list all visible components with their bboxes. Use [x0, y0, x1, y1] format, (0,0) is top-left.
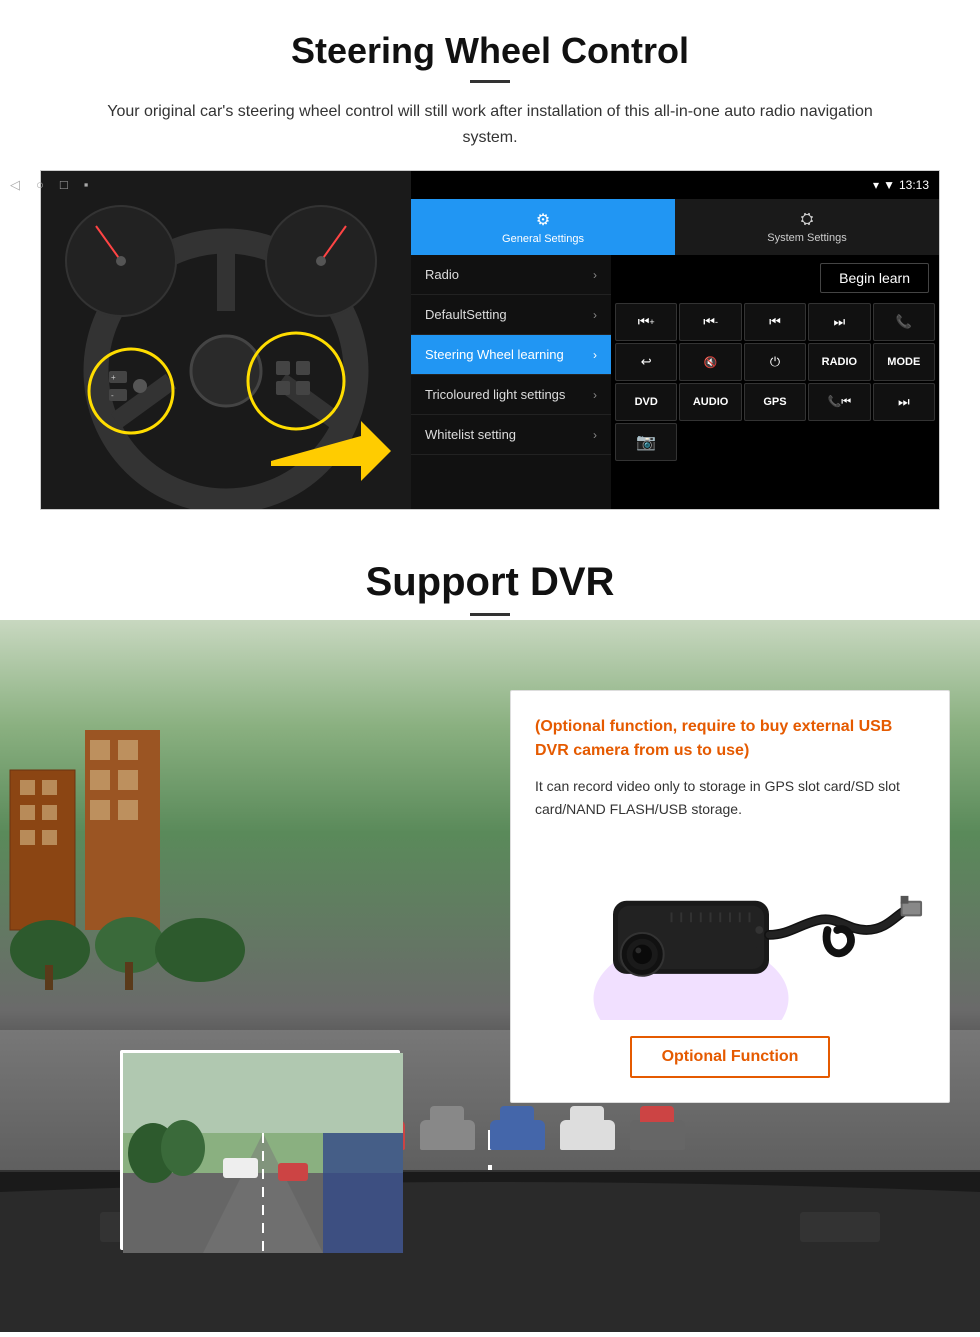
menu-item-default-setting[interactable]: DefaultSetting › [411, 295, 611, 335]
status-icons: ▾ ▼ 13:13 [873, 178, 929, 192]
svg-text:-: - [111, 391, 114, 400]
menu-defaultsetting-label: DefaultSetting [425, 307, 507, 322]
ctrl-skip-next[interactable]: ⏭ [873, 383, 935, 421]
android-menu: Radio › DefaultSetting › Steering Wheel … [411, 255, 611, 509]
signal-icon: ▼ [883, 178, 895, 192]
car-gray [420, 1120, 475, 1150]
tab-system-settings[interactable]: ⛭ System Settings [675, 199, 939, 255]
menu-item-tricoloured[interactable]: Tricoloured light settings › [411, 375, 611, 415]
ctrl-dvd[interactable]: DVD [615, 383, 677, 421]
control-buttons-grid: ⏮+ ⏮- ⏮ ⏭ 📞 ↩ 🔇 ⏻ RADIO MODE DVD AUDIO [611, 301, 939, 463]
begin-learn-row: Begin learn [611, 255, 939, 301]
dvr-info-card: (Optional function, require to buy exter… [510, 690, 950, 1103]
section-subtitle: Your original car's steering wheel contr… [80, 99, 900, 150]
page-title: Steering Wheel Control [40, 30, 940, 72]
dvr-camera-screenshot [123, 1053, 403, 1253]
begin-learn-button[interactable]: Begin learn [820, 263, 929, 293]
dvr-camera-view [120, 1050, 400, 1250]
dvr-camera-svg [535, 840, 925, 1020]
wifi-icon: ▾ [873, 178, 879, 192]
chevron-right-icon: › [593, 268, 597, 282]
ctrl-vol-down[interactable]: ⏮- [679, 303, 741, 341]
steering-img-bg: + - [41, 171, 411, 509]
buildings-svg [0, 710, 380, 1010]
ctrl-power[interactable]: ⏻ [744, 343, 806, 381]
car-white [560, 1120, 615, 1150]
tab-general-settings[interactable]: ⚙ General Settings [411, 199, 675, 255]
optional-function-button[interactable]: Optional Function [630, 1036, 831, 1078]
clock: 13:13 [899, 178, 929, 192]
system-settings-icon: ⛭ [801, 211, 814, 229]
android-tabs: ⚙ General Settings ⛭ System Settings [411, 199, 939, 255]
recents-nav-icon[interactable]: □ [60, 177, 68, 193]
dvr-title-area: Support DVR [0, 530, 980, 636]
ctrl-radio[interactable]: RADIO [808, 343, 870, 381]
android-right-panel: Begin learn ⏮+ ⏮- ⏮ ⏭ 📞 ↩ 🔇 ⏻ R [611, 255, 939, 509]
home-nav-icon[interactable]: ○ [40, 177, 44, 193]
settings-gear-icon: ⚙ [536, 210, 550, 230]
android-content-area: Radio › DefaultSetting › Steering Wheel … [411, 255, 939, 509]
menu-radio-label: Radio [425, 267, 459, 282]
ctrl-camera[interactable]: 📷 [615, 423, 677, 461]
menu-whitelist-label: Whitelist setting [425, 427, 516, 442]
dvr-divider [470, 613, 510, 616]
chevron-right-icon: › [593, 308, 597, 322]
chevron-right-icon: › [593, 428, 597, 442]
tab-system-label: System Settings [767, 232, 846, 244]
ctrl-mute[interactable]: 🔇 [679, 343, 741, 381]
chevron-right-icon: › [593, 348, 597, 362]
chevron-right-icon: › [593, 388, 597, 402]
title-divider [470, 80, 510, 83]
dvr-title: Support DVR [0, 560, 980, 605]
car-blue [490, 1120, 545, 1150]
car-dark [630, 1120, 685, 1150]
menu-item-whitelist[interactable]: Whitelist setting › [411, 415, 611, 455]
menu-tricoloured-label: Tricoloured light settings [425, 387, 565, 402]
ctrl-mode[interactable]: MODE [873, 343, 935, 381]
ctrl-prev-track[interactable]: ⏮ [744, 303, 806, 341]
menu-steering-label: Steering Wheel learning [425, 347, 564, 362]
tab-general-label: General Settings [502, 233, 584, 245]
ctrl-audio[interactable]: AUDIO [679, 383, 741, 421]
steering-wheel-image: + - [41, 171, 411, 509]
steering-demo-area: + - [40, 170, 940, 510]
ctrl-phone-prev[interactable]: 📞⏮ [808, 383, 870, 421]
dvr-description: It can record video only to storage in G… [535, 775, 925, 820]
dvr-camera-illustration [535, 840, 925, 1020]
android-status-bar: ◁ ○ □ ▪ ▾ ▼ 13:13 [411, 171, 939, 199]
ctrl-hang-up[interactable]: ↩ [615, 343, 677, 381]
ctrl-phone[interactable]: 📞 [873, 303, 935, 341]
menu-item-steering-wheel[interactable]: Steering Wheel learning › [411, 335, 611, 375]
ctrl-vol-up[interactable]: ⏮+ [615, 303, 677, 341]
steering-wheel-svg: + - [41, 171, 411, 509]
android-ui-panel: ◁ ○ □ ▪ ▾ ▼ 13:13 ⚙ General Settings [411, 171, 939, 509]
ctrl-gps[interactable]: GPS [744, 383, 806, 421]
scene-buildings [0, 710, 380, 1010]
steering-wheel-section: Steering Wheel Control Your original car… [0, 0, 980, 530]
menu-item-radio[interactable]: Radio › [411, 255, 611, 295]
svg-text:+: + [111, 373, 116, 382]
menu-nav-icon[interactable]: ▪ [84, 177, 89, 193]
dvr-section: Support DVR (Optional function, req [0, 530, 980, 1330]
dvr-optional-text: (Optional function, require to buy exter… [535, 715, 925, 763]
ctrl-next-track[interactable]: ⏭ [808, 303, 870, 341]
